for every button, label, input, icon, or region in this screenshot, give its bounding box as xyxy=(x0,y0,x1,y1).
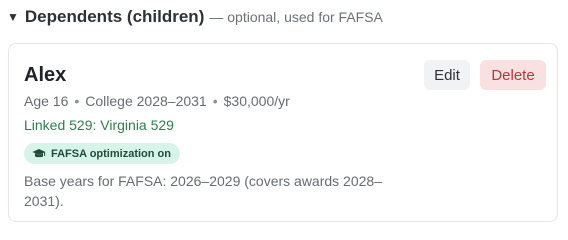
meta-separator: • xyxy=(212,93,218,109)
fafsa-badge-label: FAFSA optimization on xyxy=(51,147,171,160)
dependent-card: Alex Age 16 • College 2028–2031 • $30,000/yr… xyxy=(8,43,558,222)
dependents-section-header[interactable]: ▼ Dependents (children) — optional, used… xyxy=(7,5,383,29)
dependent-age: Age 16 xyxy=(24,93,69,109)
fafsa-base-years: Base years for FAFSA: 2026–2029 (covers … xyxy=(24,173,382,209)
graduation-cap-icon xyxy=(32,148,46,160)
section-title: Dependents (children) xyxy=(24,7,205,26)
dependent-name: Alex xyxy=(24,64,67,86)
dependent-college-years: College 2028–2031 xyxy=(85,93,207,109)
linked-529-plan: Linked 529: Virginia 529 xyxy=(24,117,174,133)
dependent-meta: Age 16 • College 2028–2031 • $30,000/yr xyxy=(24,92,290,110)
collapse-caret-icon[interactable]: ▼ xyxy=(7,11,19,23)
meta-separator: • xyxy=(74,93,80,109)
delete-button[interactable]: Delete xyxy=(480,60,546,90)
section-subtitle: — optional, used for FAFSA xyxy=(209,9,383,25)
dependent-annual-cost: $30,000/yr xyxy=(223,93,290,109)
edit-button[interactable]: Edit xyxy=(424,60,470,90)
fafsa-optimization-badge: FAFSA optimization on xyxy=(24,143,180,164)
